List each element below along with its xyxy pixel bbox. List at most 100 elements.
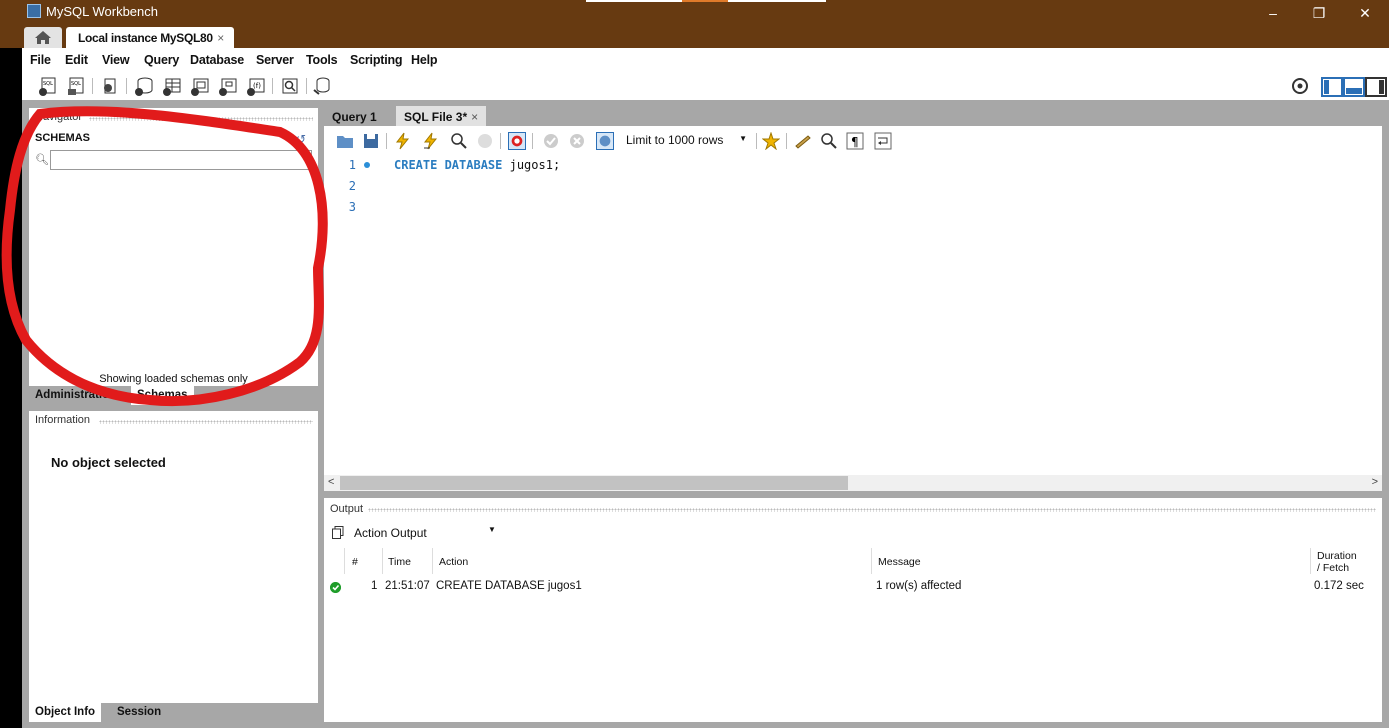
- tab-query-1[interactable]: Query 1: [324, 106, 385, 126]
- column-header-duration[interactable]: Duration: [1317, 550, 1357, 562]
- preferences-gear-icon[interactable]: [1290, 76, 1310, 96]
- toolbar-separator: [386, 133, 387, 149]
- create-procedure-icon[interactable]: [218, 76, 238, 96]
- menu-database[interactable]: Database: [190, 53, 244, 67]
- row-number: 1: [371, 580, 378, 592]
- stop-icon[interactable]: [476, 132, 494, 150]
- schema-filter-input[interactable]: [50, 150, 312, 170]
- menu-tools[interactable]: Tools: [306, 53, 338, 67]
- tab-object-info[interactable]: Object Info: [29, 703, 102, 722]
- information-tabs: Object Info Session: [29, 703, 318, 722]
- home-tab[interactable]: [24, 27, 62, 48]
- create-function-icon[interactable]: (f): [246, 76, 266, 96]
- success-check-icon: [330, 582, 341, 593]
- navigator-header: Navigator: [35, 111, 83, 123]
- add-snippet-star-icon[interactable]: [762, 132, 780, 150]
- column-divider: [432, 548, 433, 574]
- create-table-icon[interactable]: [162, 76, 182, 96]
- title-highlight-2: [728, 0, 826, 2]
- menu-edit[interactable]: Edit: [65, 53, 88, 67]
- open-sql-script-icon[interactable]: SQL: [66, 76, 86, 96]
- menu-help[interactable]: Help: [411, 53, 437, 67]
- tab-administration[interactable]: Administration: [29, 386, 122, 405]
- restore-button[interactable]: ❐: [1296, 0, 1342, 24]
- new-sql-tab-icon[interactable]: SQL: [38, 76, 58, 96]
- reconnect-icon[interactable]: [312, 76, 332, 96]
- svg-text:¶: ¶: [851, 135, 859, 149]
- copy-icon[interactable]: [332, 526, 344, 539]
- tab-sql-file-3[interactable]: SQL File 3* ×: [396, 106, 487, 126]
- execute-current-icon[interactable]: [422, 132, 440, 150]
- word-wrap-icon[interactable]: [874, 132, 892, 150]
- window-title: MySQL Workbench: [46, 4, 158, 19]
- close-tab-icon[interactable]: ×: [471, 110, 478, 124]
- rollback-icon[interactable]: [568, 132, 586, 150]
- toolbar-separator: [306, 78, 307, 94]
- no-object-message: No object selected: [51, 455, 166, 470]
- save-icon[interactable]: [362, 132, 380, 150]
- create-schema-icon[interactable]: [134, 76, 154, 96]
- main-toolbar: SQL SQL (f): [22, 70, 1389, 100]
- execute-icon[interactable]: [394, 132, 412, 150]
- menu-file[interactable]: File: [30, 53, 51, 67]
- svg-text:SQL: SQL: [43, 81, 53, 87]
- column-divider: [871, 548, 872, 574]
- tab-schemas[interactable]: Schemas: [131, 386, 194, 405]
- menu-view[interactable]: View: [102, 53, 130, 67]
- horizontal-scrollbar[interactable]: < >: [324, 475, 1382, 491]
- column-header-fetch[interactable]: / Fetch: [1317, 562, 1349, 574]
- line-number: 3: [348, 200, 356, 214]
- commit-icon[interactable]: [542, 132, 560, 150]
- minimize-button[interactable]: –: [1250, 0, 1296, 24]
- output-type-select[interactable]: Action Output: [354, 526, 427, 540]
- menu-server[interactable]: Server: [256, 53, 294, 67]
- information-panel: Information No object selected: [29, 411, 318, 703]
- connection-tab-label: Local instance MySQL80: [78, 31, 213, 45]
- scroll-left-icon[interactable]: <: [328, 476, 334, 488]
- close-window-button[interactable]: ✕: [1342, 0, 1388, 24]
- row-time: 21:51:07: [385, 580, 430, 592]
- column-header-num[interactable]: #: [352, 556, 358, 568]
- menu-scripting[interactable]: Scripting: [350, 53, 403, 67]
- column-header-time[interactable]: Time: [388, 556, 411, 568]
- scroll-right-icon[interactable]: >: [1372, 476, 1378, 488]
- row-limit-value: Limit to 1000 rows: [626, 133, 724, 147]
- close-tab-icon[interactable]: ×: [217, 31, 224, 45]
- toolbar-separator: [92, 78, 93, 94]
- column-header-message[interactable]: Message: [878, 556, 921, 568]
- explain-icon[interactable]: [450, 132, 468, 150]
- autocommit-icon[interactable]: [596, 132, 614, 150]
- title-highlight: [586, 0, 682, 2]
- find-icon[interactable]: [820, 132, 838, 150]
- invisible-chars-icon[interactable]: ¶: [846, 132, 864, 150]
- editor-toolbar: Limit to 1000 rows ▼ ¶: [324, 126, 1382, 156]
- statement-marker-icon: [364, 162, 370, 168]
- search-table-data-icon[interactable]: [280, 76, 300, 96]
- toggle-error-icon[interactable]: [508, 132, 526, 150]
- inspector-icon[interactable]: [100, 76, 120, 96]
- toolbar-separator: [500, 133, 501, 149]
- create-view-icon[interactable]: [190, 76, 210, 96]
- sql-editor-panel: Limit to 1000 rows ▼ ¶ 1 CREATE DATABASE…: [324, 126, 1382, 491]
- chevron-down-icon[interactable]: ▼: [488, 525, 496, 534]
- tab-session[interactable]: Session: [111, 703, 167, 722]
- title-bar: MySQL Workbench – ❐ ✕: [0, 0, 1389, 24]
- svg-text:SQL: SQL: [71, 81, 81, 87]
- panel-layout-toggles[interactable]: [1321, 77, 1387, 97]
- navigator-tabs: Administration Schemas: [29, 386, 318, 405]
- scrollbar-thumb[interactable]: [340, 476, 848, 490]
- column-header-action[interactable]: Action: [439, 556, 468, 568]
- column-divider: [382, 548, 383, 574]
- chevron-down-icon: ▼: [739, 134, 747, 143]
- connection-tab[interactable]: Local instance MySQL80 ×: [66, 27, 234, 48]
- line-number: 2: [348, 179, 356, 193]
- navigator-panel: Navigator SCHEMAS ↺ 🔍︎ Showing loaded sc…: [29, 108, 318, 386]
- menu-query[interactable]: Query: [144, 53, 179, 67]
- open-folder-icon[interactable]: [336, 132, 354, 150]
- toolbar-separator: [272, 78, 273, 94]
- schemas-title: SCHEMAS: [35, 132, 91, 144]
- row-limit-select[interactable]: Limit to 1000 rows ▼: [626, 133, 751, 151]
- beautify-icon[interactable]: [794, 132, 812, 150]
- refresh-icon[interactable]: ↺: [296, 132, 306, 146]
- line-number: 1: [348, 158, 356, 172]
